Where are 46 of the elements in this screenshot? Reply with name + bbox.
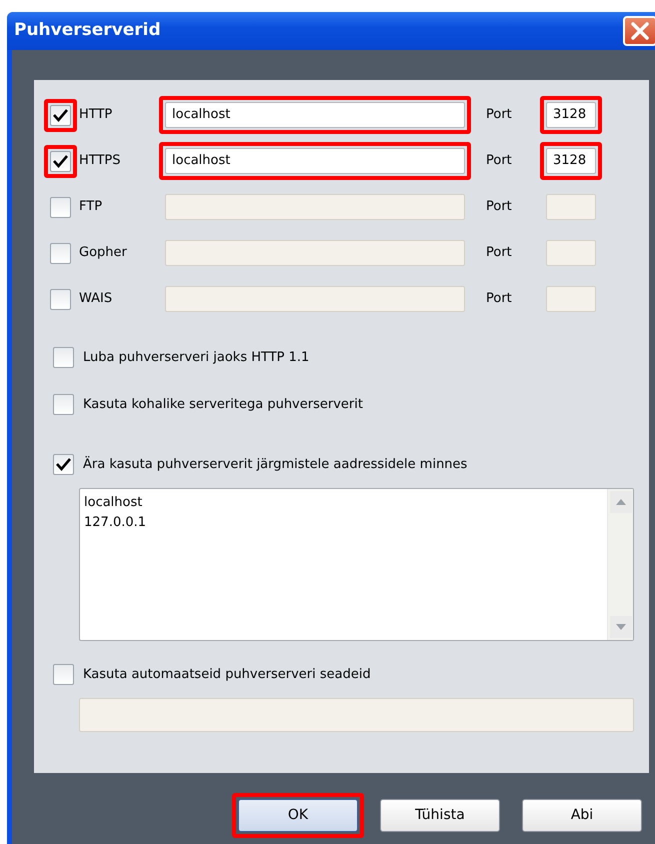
port-label: Port — [486, 290, 513, 308]
option-label: Ära kasuta puhverserverit järgmistele aadressidele minnes — [83, 455, 468, 474]
close-icon — [630, 21, 650, 41]
port-label: Port — [486, 198, 513, 216]
checkbox[interactable] — [50, 150, 71, 172]
checkbox[interactable] — [50, 104, 71, 126]
checkbox[interactable] — [50, 288, 71, 310]
checkbox[interactable] — [50, 242, 71, 264]
protocol-label: HTTP — [79, 107, 112, 122]
exceptions-textarea[interactable]: localhost 127.0.0.1 — [79, 488, 634, 641]
host-field[interactable] — [165, 194, 465, 220]
port-label: Port — [486, 106, 513, 124]
option-label: Kasuta kohalike serveritega puhverserverit — [83, 396, 363, 414]
host-field[interactable] — [165, 240, 465, 266]
auto-config-field[interactable] — [79, 698, 634, 732]
dialog-button[interactable]: OK — [238, 799, 358, 832]
port-field[interactable] — [546, 240, 596, 266]
protocol-label: WAIS — [79, 291, 112, 306]
checkbox[interactable] — [50, 196, 71, 218]
window-title: Puhverserverid — [14, 19, 161, 42]
close-button[interactable] — [623, 16, 655, 46]
address-line: 127.0.0.1 — [84, 515, 146, 530]
protocol-label: FTP — [79, 199, 102, 214]
protocol-label: HTTPS — [79, 153, 121, 168]
checkbox[interactable] — [53, 347, 74, 368]
scroll-down-icon[interactable] — [610, 616, 632, 638]
host-field[interactable] — [165, 286, 465, 312]
port-field[interactable] — [546, 286, 596, 312]
protocol-label: Gopher — [79, 245, 127, 260]
scroll-up-icon[interactable] — [610, 491, 632, 513]
port-field[interactable]: 3128 — [546, 102, 596, 128]
checkbox[interactable] — [53, 454, 74, 475]
checkbox[interactable] — [53, 394, 74, 415]
checkbox[interactable] — [53, 664, 74, 685]
port-field[interactable] — [546, 194, 596, 220]
dialog-button[interactable]: Tühista — [380, 799, 500, 832]
scrollbar[interactable] — [607, 489, 633, 640]
port-label: Port — [486, 152, 513, 170]
port-label: Port — [486, 244, 513, 262]
port-field[interactable]: 3128 — [546, 148, 596, 174]
host-field[interactable]: localhost — [165, 102, 465, 128]
option-label: Kasuta automaatseid puhverserveri seadeid — [83, 666, 371, 684]
address-line: localhost — [84, 495, 142, 510]
host-field[interactable]: localhost — [165, 148, 465, 174]
dialog-button[interactable]: Abi — [522, 799, 642, 832]
option-label: Luba puhverserveri jaoks HTTP 1.1 — [83, 348, 310, 367]
